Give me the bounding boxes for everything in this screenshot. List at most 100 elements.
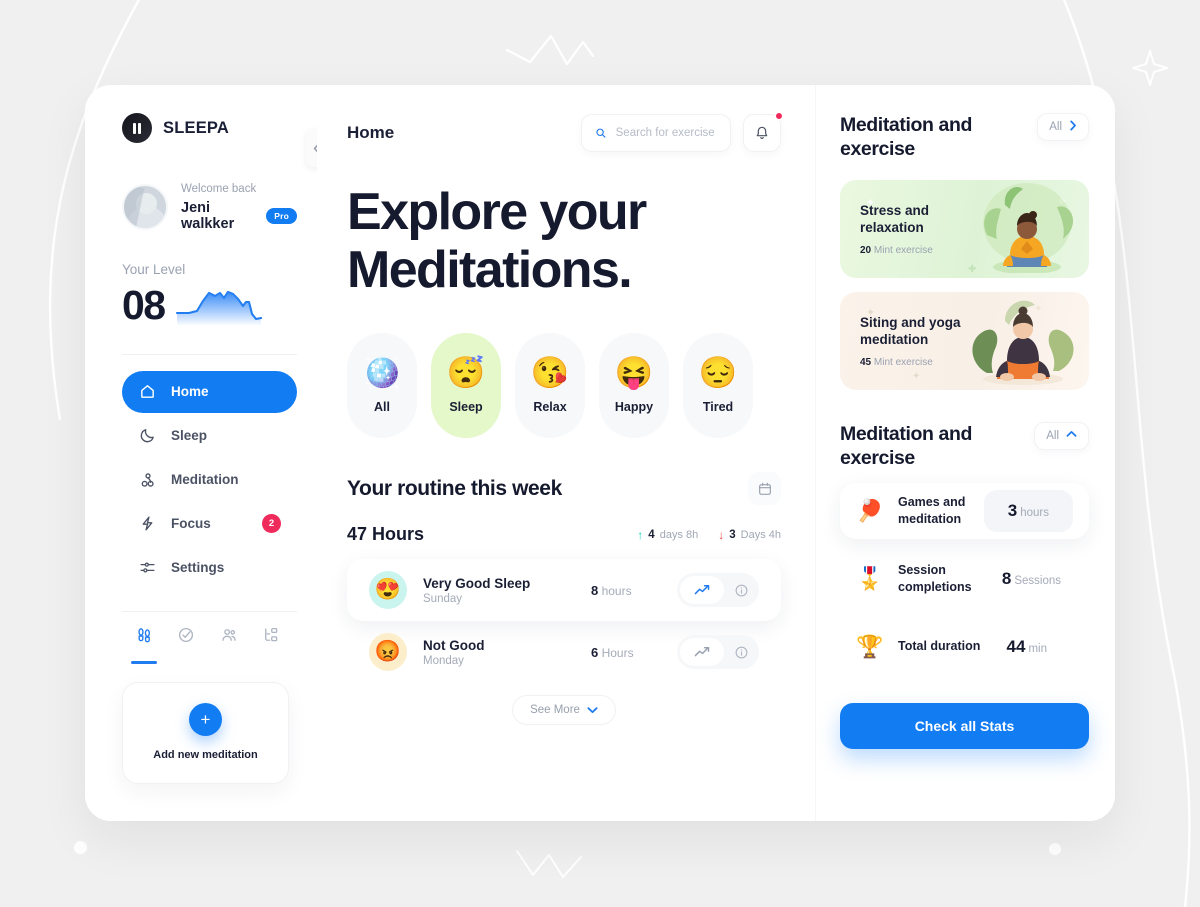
- deco-dot-left: [74, 841, 87, 854]
- routine-summary: 47 Hours ↑ 4 days 8h ↓ 3 Days 4h: [347, 524, 781, 545]
- arrow-down-icon: ↓: [718, 527, 725, 542]
- topbar-actions: [581, 112, 783, 152]
- see-more-label: See More: [530, 704, 580, 717]
- view-all-button[interactable]: All: [1037, 113, 1089, 141]
- level-row: 08: [122, 279, 297, 332]
- chevron-up-icon: [1066, 430, 1077, 441]
- trend-button[interactable]: [680, 638, 724, 667]
- mood-label: All: [374, 400, 390, 415]
- stat-value: 8: [1001, 568, 1012, 588]
- entry-duration: 8 hours: [591, 583, 661, 598]
- entry-duration-value: 6: [591, 644, 599, 660]
- profile[interactable]: Welcome back Jeni walkker Pro: [122, 183, 297, 232]
- mood-filter-list: 🪩 All 😴 Sleep 😘 Relax 😝 Happy 😔 Tired: [347, 333, 781, 439]
- info-button[interactable]: [726, 638, 756, 666]
- mood-label: Sleep: [449, 400, 483, 415]
- routine-header: Your routine this week: [347, 472, 781, 506]
- promo-card-stress-relaxation[interactable]: ✦ ✚ ✦ Stress and relaxation 20 Mint exer…: [840, 179, 1089, 278]
- see-more-button[interactable]: See More: [512, 695, 616, 726]
- mood-chip-tired[interactable]: 😔 Tired: [683, 333, 753, 439]
- stat-name: Total duration: [898, 639, 981, 654]
- sidebar-nav: Home Sleep Meditation Focus 2 Settings: [122, 370, 297, 589]
- see-more-wrap: See More: [347, 695, 781, 726]
- table-row[interactable]: 🏓 Games and meditation 3 hours: [840, 482, 1089, 539]
- trend-up-icon: [694, 647, 709, 657]
- promo-duration: 20 Mint exercise: [860, 245, 975, 256]
- topbar: Home: [347, 112, 783, 153]
- mood-chip-relax[interactable]: 😘 Relax: [515, 333, 585, 439]
- tab-people[interactable]: [211, 626, 247, 660]
- notification-dot: [775, 112, 783, 120]
- main-content: Home Explore your Meditations.: [317, 85, 815, 821]
- sidebar-item-sleep[interactable]: Sleep: [122, 415, 297, 457]
- username: Jeni walkker: [181, 199, 235, 232]
- section-title: Meditation and exercise: [840, 422, 972, 470]
- mood-chip-all[interactable]: 🪩 All: [347, 333, 417, 439]
- stat-value: 44: [1006, 636, 1026, 656]
- mood-emoji: 😴: [446, 355, 486, 391]
- search-icon: [596, 128, 606, 138]
- calendar-button[interactable]: [748, 472, 781, 506]
- tab-active-underline: [131, 660, 157, 664]
- mood-chip-sleep[interactable]: 😴 Sleep: [431, 333, 501, 439]
- entry-name: Not Good: [423, 637, 485, 653]
- stat-unit: hours: [1020, 506, 1049, 519]
- promo-card-yoga-meditation[interactable]: ✦ ✦ ✦ Siting and yoga meditation 45 Mint…: [840, 291, 1089, 390]
- routine-title: Your routine this week: [347, 476, 562, 500]
- add-new-meditation-card[interactable]: + Add new meditation: [122, 681, 289, 784]
- level-sparkline-chart: [175, 283, 263, 332]
- hero-line-1: Explore your: [347, 183, 647, 241]
- hero-line-2: Meditations.: [347, 241, 633, 300]
- promo-duration-value: 20: [860, 244, 872, 256]
- tab-footsteps[interactable]: [126, 626, 162, 664]
- stat-emoji: 🏓: [856, 497, 884, 523]
- search-input[interactable]: [615, 127, 717, 139]
- mood-emoji: 😘: [530, 355, 570, 391]
- sidebar-item-focus[interactable]: Focus 2: [122, 503, 297, 545]
- sidebar-item-meditation[interactable]: Meditation: [122, 459, 297, 501]
- meditation-icon: [138, 470, 157, 489]
- table-row[interactable]: 🎖️ Session completions 8 Sessions: [840, 551, 1089, 607]
- home-icon: [138, 382, 157, 401]
- level-label: Your Level: [122, 261, 186, 277]
- brand[interactable]: SLEEPA: [122, 111, 297, 145]
- entry-texts: Very Good Sleep Sunday: [423, 576, 575, 605]
- entry-actions: [677, 635, 759, 670]
- notifications-button[interactable]: [743, 112, 783, 152]
- moon-icon: [138, 426, 157, 445]
- sliders-icon: [138, 558, 157, 577]
- stat-unit: Sessions: [1014, 574, 1061, 587]
- sidebar-item-label: Settings: [171, 560, 225, 576]
- delta-increase-unit: days 8h: [659, 528, 699, 541]
- mood-chip-happy[interactable]: 😝 Happy: [599, 333, 669, 439]
- table-row[interactable]: 🏆 Total duration 44 min: [840, 619, 1089, 675]
- stat-value-wrap: 44 min: [1007, 637, 1073, 657]
- search-box[interactable]: [581, 114, 731, 152]
- trend-button[interactable]: [680, 576, 724, 605]
- entry-duration-unit: hours: [601, 583, 632, 598]
- promo-text: Siting and yoga meditation 45 Mint exerc…: [860, 314, 975, 368]
- check-all-stats-button[interactable]: Check all Stats: [840, 702, 1089, 749]
- calendar-icon: [758, 482, 771, 495]
- promo-duration-unit: Mint exercise: [873, 244, 933, 256]
- promo-title: Siting and yoga meditation: [860, 314, 961, 348]
- sidebar-item-label: Focus: [171, 516, 211, 532]
- chevron-right-icon: [1069, 120, 1077, 134]
- info-icon: [735, 584, 747, 597]
- info-button[interactable]: [726, 576, 756, 604]
- welcome-text: Welcome back: [181, 183, 257, 195]
- stat-value-wrap: 3 hours: [1008, 501, 1049, 520]
- sidebar-item-settings[interactable]: Settings: [122, 547, 297, 589]
- tab-hierarchy[interactable]: [253, 626, 289, 660]
- level-value: 08: [122, 281, 166, 328]
- stat-unit: min: [1028, 642, 1047, 655]
- list-item[interactable]: 😡 Not Good Monday 6 Hours: [347, 621, 781, 683]
- sidebar-item-home[interactable]: Home: [122, 370, 297, 413]
- list-item[interactable]: 😍 Very Good Sleep Sunday 8 hours: [347, 559, 781, 622]
- routine-total-hours: 47 Hours: [347, 524, 425, 545]
- bell-icon: [756, 126, 768, 139]
- entry-texts: Not Good Monday: [423, 638, 575, 667]
- collapse-all-button[interactable]: All: [1034, 421, 1089, 450]
- tab-check-circle[interactable]: [168, 626, 204, 660]
- sleep-entry-list: 😍 Very Good Sleep Sunday 8 hours 😡 Not G…: [347, 559, 781, 683]
